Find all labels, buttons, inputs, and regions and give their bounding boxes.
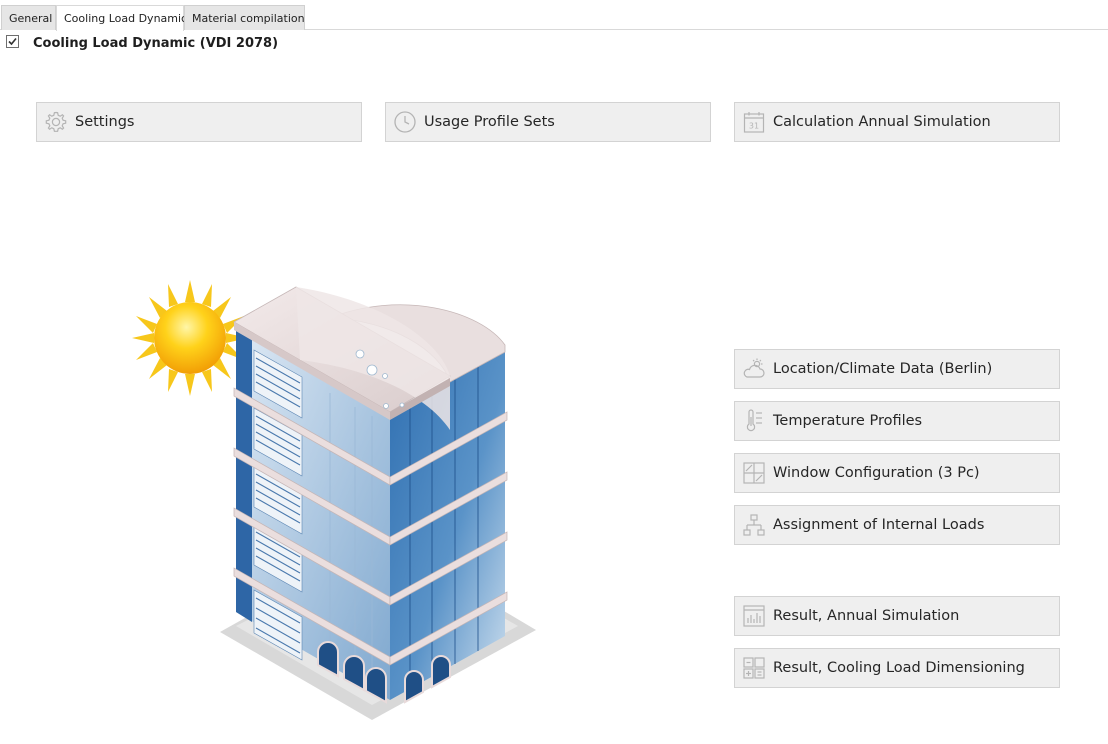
assignment-internal-loads-button[interactable]: Assignment of Internal Loads	[734, 505, 1060, 545]
calculation-annual-simulation-button-label: Calculation Annual Simulation	[773, 114, 991, 130]
gear-icon	[45, 111, 67, 132]
window-configuration-button[interactable]: Window Configuration (3 Pc)	[734, 453, 1060, 493]
section-title: Cooling Load Dynamic (VDI 2078)	[33, 36, 279, 51]
usage-profile-sets-button[interactable]: Usage Profile Sets	[385, 102, 711, 142]
calendar-icon: 31	[743, 112, 765, 133]
thermometer-icon	[746, 409, 762, 432]
result-annual-simulation-button-label: Result, Annual Simulation	[773, 608, 960, 624]
window-icon	[743, 462, 765, 484]
clock-icon	[394, 111, 416, 133]
section-enable-checkbox[interactable]	[6, 35, 19, 48]
settings-button-label: Settings	[75, 114, 135, 130]
tab-material-compilation[interactable]: Material compilation	[184, 5, 305, 30]
tab-cooling-load-dynamic[interactable]: Cooling Load Dynamic	[56, 5, 187, 31]
temperature-profiles-button[interactable]: Temperature Profiles	[734, 401, 1060, 441]
location-climate-data-button-label: Location/Climate Data (Berlin)	[773, 361, 993, 377]
settings-button[interactable]: Settings	[36, 102, 362, 142]
calendar-day-text: 31	[749, 122, 759, 131]
result-annual-simulation-button[interactable]: Result, Annual Simulation	[734, 596, 1060, 636]
window-configuration-button-label: Window Configuration (3 Pc)	[773, 465, 980, 481]
usage-profile-sets-button-label: Usage Profile Sets	[424, 114, 555, 130]
calculation-annual-simulation-button[interactable]: 31 Calculation Annual Simulation	[734, 102, 1060, 142]
tab-bar: General Cooling Load Dynamic Material co…	[0, 5, 1108, 31]
tab-general[interactable]: General	[1, 5, 56, 30]
location-climate-data-button[interactable]: Location/Climate Data (Berlin)	[734, 349, 1060, 389]
check-icon	[8, 37, 17, 46]
sun-icon	[132, 280, 248, 396]
hierarchy-icon	[743, 514, 765, 536]
cloud-sun-icon	[743, 358, 765, 378]
result-cooling-load-dimensioning-button-label: Result, Cooling Load Dimensioning	[773, 660, 1025, 676]
assignment-internal-loads-button-label: Assignment of Internal Loads	[773, 517, 985, 533]
temperature-profiles-button-label: Temperature Profiles	[773, 413, 923, 429]
bar-chart-icon	[743, 605, 765, 627]
result-cooling-load-dimensioning-button[interactable]: Result, Cooling Load Dimensioning	[734, 648, 1060, 688]
calculator-icon	[743, 657, 765, 679]
building-illustration	[132, 280, 536, 720]
